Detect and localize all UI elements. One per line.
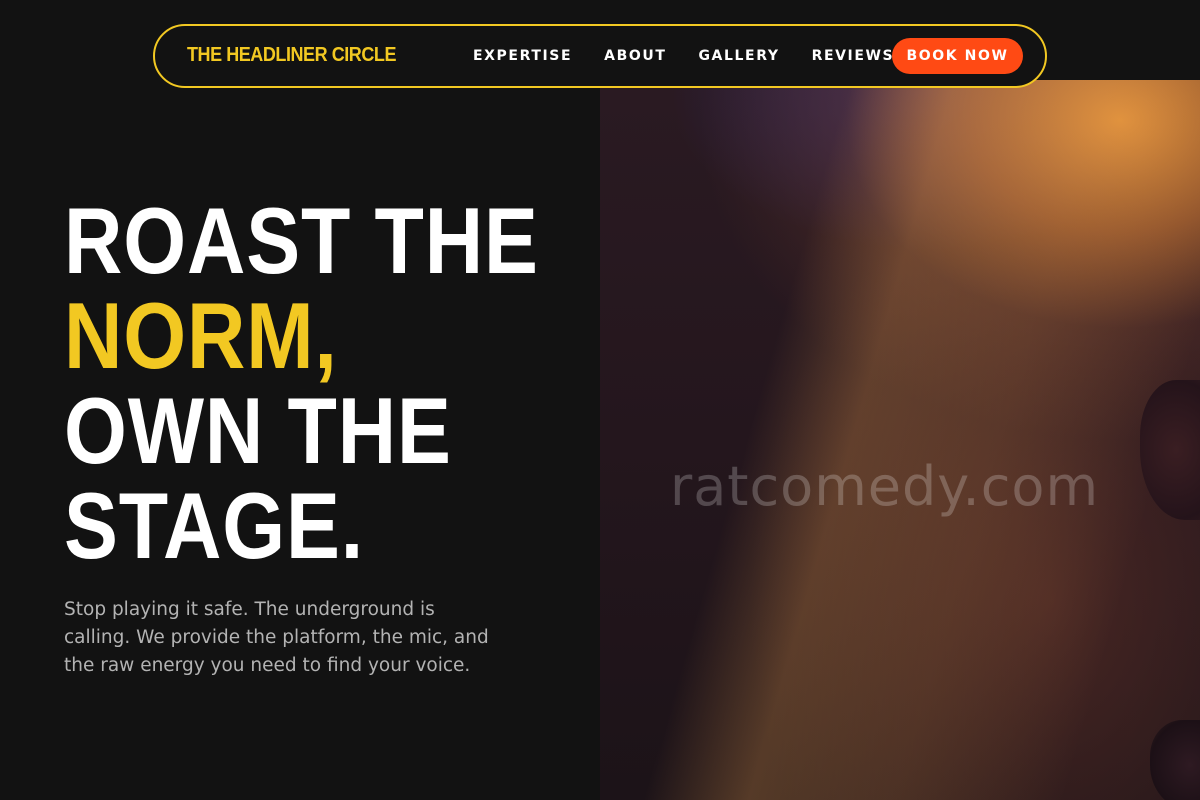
headline-line-2-accent: NORM, bbox=[64, 283, 338, 388]
nav-link-gallery[interactable]: GALLERY bbox=[698, 48, 779, 64]
image-watermark: ratcomedy.com bbox=[670, 455, 1100, 518]
nav-link-expertise[interactable]: EXPERTISE bbox=[473, 48, 572, 64]
headline-line-4: STAGE. bbox=[64, 473, 365, 578]
headline-line-1: ROAST THE bbox=[64, 188, 539, 293]
headline-line-3: OWN THE bbox=[64, 378, 452, 483]
nav-link-reviews[interactable]: REVIEWS bbox=[812, 48, 895, 64]
performer-silhouette-lower bbox=[1150, 720, 1200, 800]
spotlight-beam bbox=[643, 80, 1200, 800]
nav-link-about[interactable]: ABOUT bbox=[604, 48, 666, 64]
landing-page: ratcomedy.com THE HEADLINER CIRCLE EXPER… bbox=[0, 0, 1200, 800]
book-now-button[interactable]: BOOK NOW bbox=[892, 38, 1023, 74]
nav-links: EXPERTISE ABOUT GALLERY REVIEWS bbox=[473, 26, 926, 86]
brand-logo[interactable]: THE HEADLINER CIRCLE bbox=[187, 44, 396, 67]
hero-stage-photo: ratcomedy.com bbox=[600, 80, 1200, 800]
hero-subtext: Stop playing it safe. The underground is… bbox=[64, 599, 489, 676]
hero-headline: ROAST THE NORM, OWN THE STAGE. bbox=[64, 193, 539, 573]
top-navigation: THE HEADLINER CIRCLE EXPERTISE ABOUT GAL… bbox=[153, 24, 1047, 88]
